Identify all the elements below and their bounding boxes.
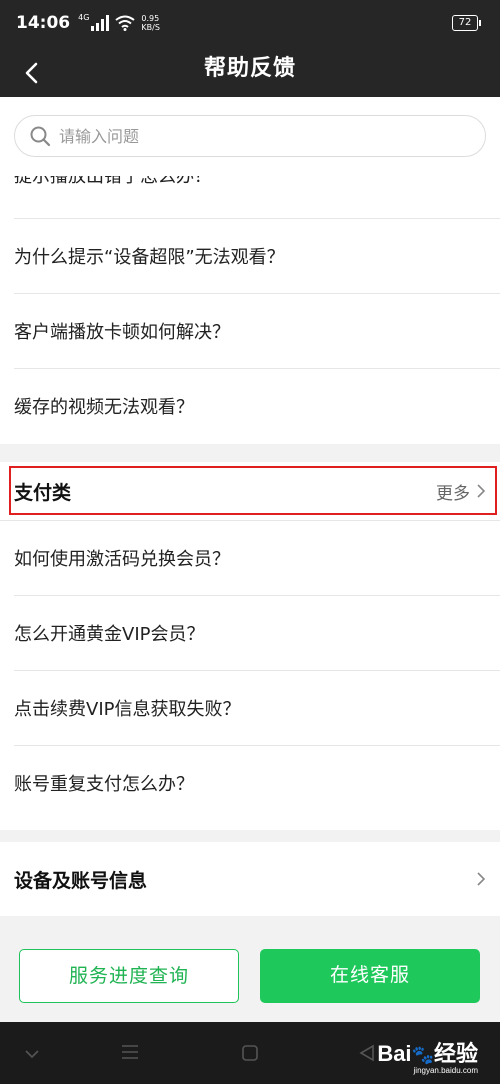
device-section: 设备及账号信息 [0,842,500,916]
bottom-action-bar: 服务进度查询 在线客服 [0,916,500,1022]
online-support-button[interactable]: 在线客服 [260,949,480,1003]
search-area [0,97,500,176]
back-triangle-icon[interactable] [358,1044,376,1062]
device-section-arrow [470,871,486,887]
search-icon [30,126,51,147]
chevron-right-icon [477,484,486,498]
service-progress-button[interactable]: 服务进度查询 [19,949,239,1003]
system-nav-bar: Bai🐾经验 jingyan.baidu.com [0,1022,500,1084]
faq-item-label: 如何使用激活码兑换会员？ [14,549,230,570]
section-title: 支付类 [14,481,72,504]
faq-item-label: 账号重复支付怎么办？ [14,773,194,795]
faq-item[interactable]: 提示播放出错了怎么办？ [0,176,500,218]
speed-unit: KB/S [141,23,160,32]
watermark-brand: Bai [377,1041,412,1066]
signal-icon [91,15,110,31]
faq-item[interactable]: 账号重复支付怎么办？ [0,745,500,820]
chevron-down-icon[interactable] [24,1049,40,1059]
search-input[interactable] [57,125,485,147]
watermark-brand-suffix: 经验 [433,1041,478,1066]
wifi-icon [115,15,136,31]
faq-item-label: 提示播放出错了怎么办？ [14,176,212,187]
faq-item-label: 客户端播放卡顿如何解决？ [14,321,230,343]
faq-item[interactable]: 客户端播放卡顿如何解决？ [0,293,500,368]
more-link[interactable]: 更多 [436,479,486,504]
faq-item-label: 缓存的视频无法观看？ [14,396,194,418]
faq-item[interactable]: 如何使用激活码兑换会员？ [0,520,500,595]
faq-item-label: 为什么提示“设备超限”无法观看？ [14,246,285,268]
status-bar: 14:06 4G 0.95 KB/S 72 [0,0,500,46]
more-label: 更多 [436,483,470,504]
network-type: 4G [78,12,90,22]
faq-item[interactable]: 缓存的视频无法观看？ [0,368,500,443]
faq-item-label: 怎么开通黄金VIP会员？ [14,623,205,645]
network-speed: 0.95 KB/S [141,14,160,32]
payment-faq-section: 支付类 更多 如何使用激活码兑换会员？ 怎么开通黄金VIP会员？ 点击续费VIP… [0,462,500,830]
home-icon[interactable] [241,1044,259,1062]
playback-faq-list: 提示播放出错了怎么办？ 为什么提示“设备超限”无法观看？ 客户端播放卡顿如何解决… [0,176,500,444]
search-bar[interactable] [14,115,486,157]
speed-value: 0.95 [141,14,160,23]
menu-icon[interactable] [120,1044,140,1060]
battery-icon: 72 [452,15,481,31]
section-title: 设备及账号信息 [14,869,148,892]
page-title: 帮助反馈 [203,56,296,81]
faq-item-label: 点击续费VIP信息获取失败？ [14,698,241,720]
faq-item[interactable]: 点击续费VIP信息获取失败？ [0,670,500,745]
baidu-jingyan-watermark: Bai🐾经验 jingyan.baidu.com [377,1041,478,1075]
watermark-url: jingyan.baidu.com [413,1066,478,1075]
status-time: 14:06 [16,13,71,33]
faq-item[interactable]: 怎么开通黄金VIP会员？ [0,595,500,670]
app-header: 帮助反馈 [0,46,500,97]
device-section-header[interactable]: 设备及账号信息 [0,842,500,916]
chevron-right-icon [477,872,486,886]
payment-section-header[interactable]: 支付类 更多 [0,462,500,520]
faq-item[interactable]: 为什么提示“设备超限”无法观看？ [0,218,500,293]
